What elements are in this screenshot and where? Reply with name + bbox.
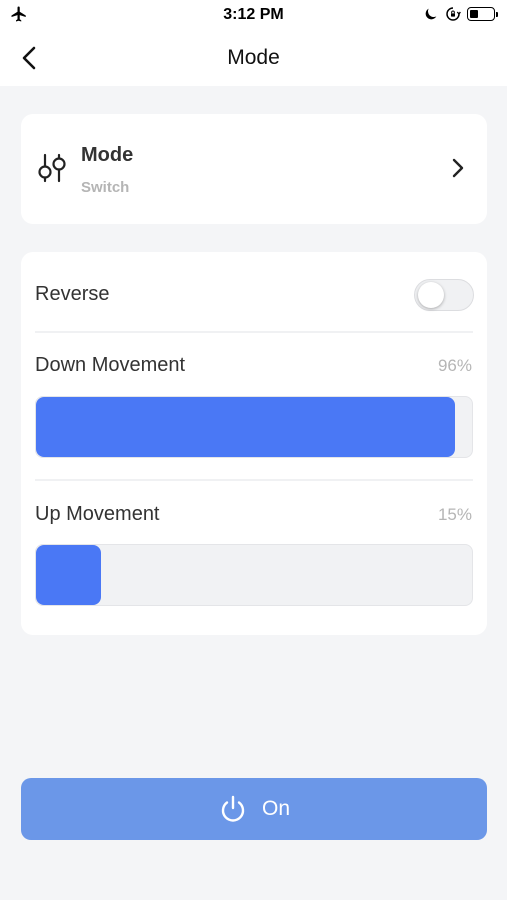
orientation-lock-icon — [446, 7, 461, 21]
down-movement-slider[interactable] — [35, 396, 473, 458]
up-movement-slider[interactable] — [35, 544, 473, 606]
reverse-toggle[interactable] — [414, 279, 474, 311]
down-movement-value: 96% — [437, 356, 472, 375]
up-movement-label: Up Movement — [35, 503, 160, 525]
page-title: Mode — [227, 46, 280, 69]
mode-selector-card[interactable]: Mode Switch — [21, 114, 487, 224]
up-movement-fill — [36, 545, 102, 605]
mode-subtitle: Switch — [81, 179, 130, 196]
status-bar: 3:12 PM — [0, 0, 507, 30]
power-button-label: On — [261, 797, 290, 820]
divider — [35, 331, 473, 333]
divider — [35, 479, 473, 481]
sliders-icon — [38, 153, 66, 183]
moon-icon — [425, 8, 437, 20]
chevron-right-icon — [452, 158, 464, 178]
mode-title: Mode — [81, 144, 134, 166]
power-icon — [221, 795, 245, 822]
toggle-knob — [418, 282, 444, 308]
down-movement-fill — [36, 397, 455, 457]
power-on-button[interactable]: On — [21, 778, 487, 840]
battery-icon — [467, 7, 498, 21]
down-movement-label: Down Movement — [35, 354, 186, 376]
reverse-label: Reverse — [35, 283, 110, 305]
nav-bar: Mode — [0, 30, 507, 86]
settings-card: Reverse Down Movement 96% Up Movement 15… — [21, 252, 487, 635]
up-movement-value: 15% — [437, 505, 472, 524]
